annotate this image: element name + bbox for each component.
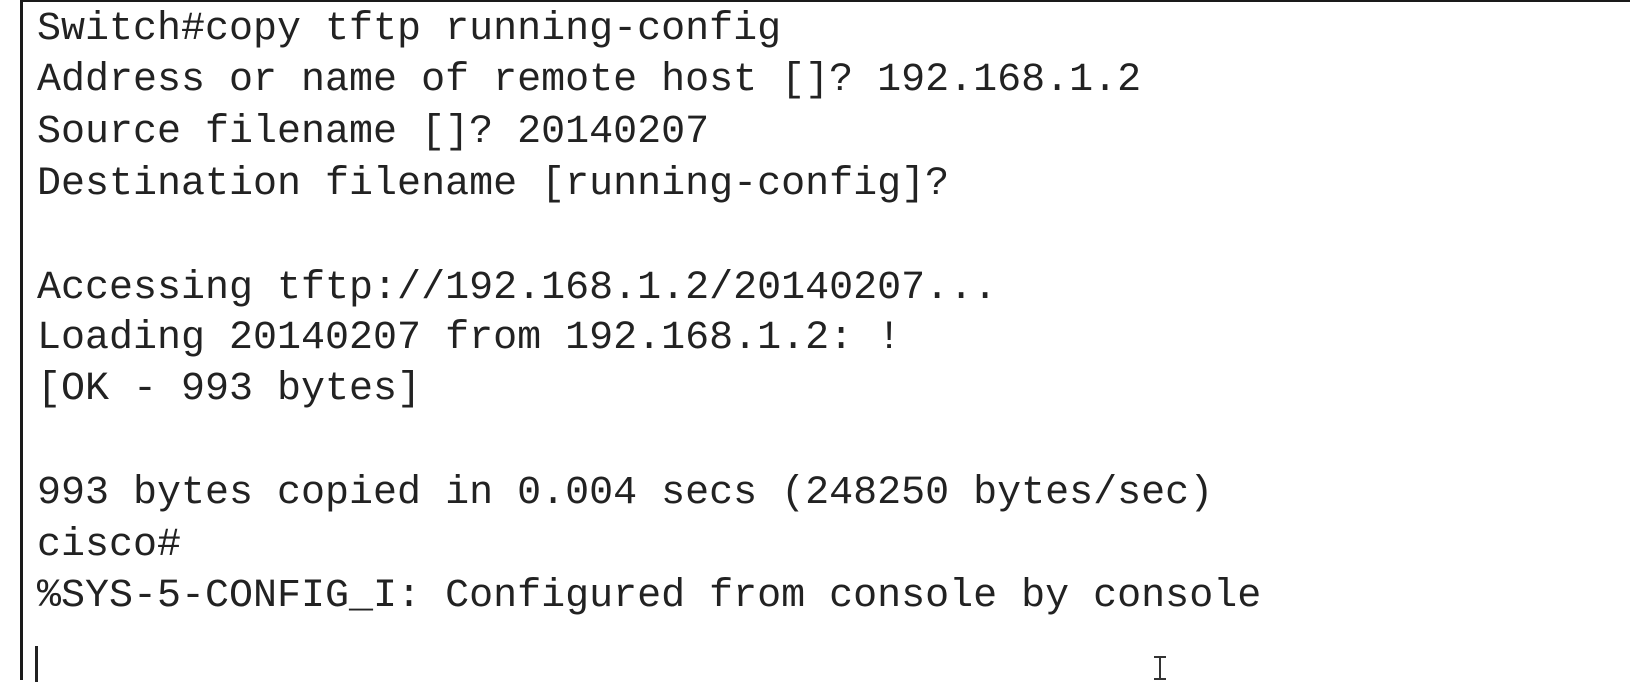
terminal-text-cursor[interactable] [35,646,38,682]
ibeam-stem [1159,658,1161,680]
terminal-line-ok-status: [OK - 993 bytes] [37,367,422,412]
screen: Switch#copy tftp running-config Address … [0,0,1630,682]
terminal-line-accessing: Accessing tftp://192.168.1.2/20140207... [37,266,998,311]
terminal-line-command: Switch#copy tftp running-config [37,7,782,52]
terminal-line-destination-filename-prompt: Destination filename [running-config]? [37,162,950,207]
terminal-line-loading: Loading 20140207 from 192.168.1.2: ! [37,316,902,361]
terminal-console[interactable]: Switch#copy tftp running-config Address … [20,0,1630,682]
terminal-line-syslog-message: %SYS-5-CONFIG_I: Configured from console… [37,574,1262,619]
terminal-line-source-filename-prompt: Source filename []? 20140207 [37,110,710,155]
text-cursor-ibeam-icon [1152,656,1168,680]
terminal-line-prompt: cisco# [37,523,182,568]
terminal-line-copy-summary: 993 bytes copied in 0.004 secs (248250 b… [37,471,1214,516]
terminal-line-remote-host-prompt: Address or name of remote host []? 192.1… [37,58,1142,103]
